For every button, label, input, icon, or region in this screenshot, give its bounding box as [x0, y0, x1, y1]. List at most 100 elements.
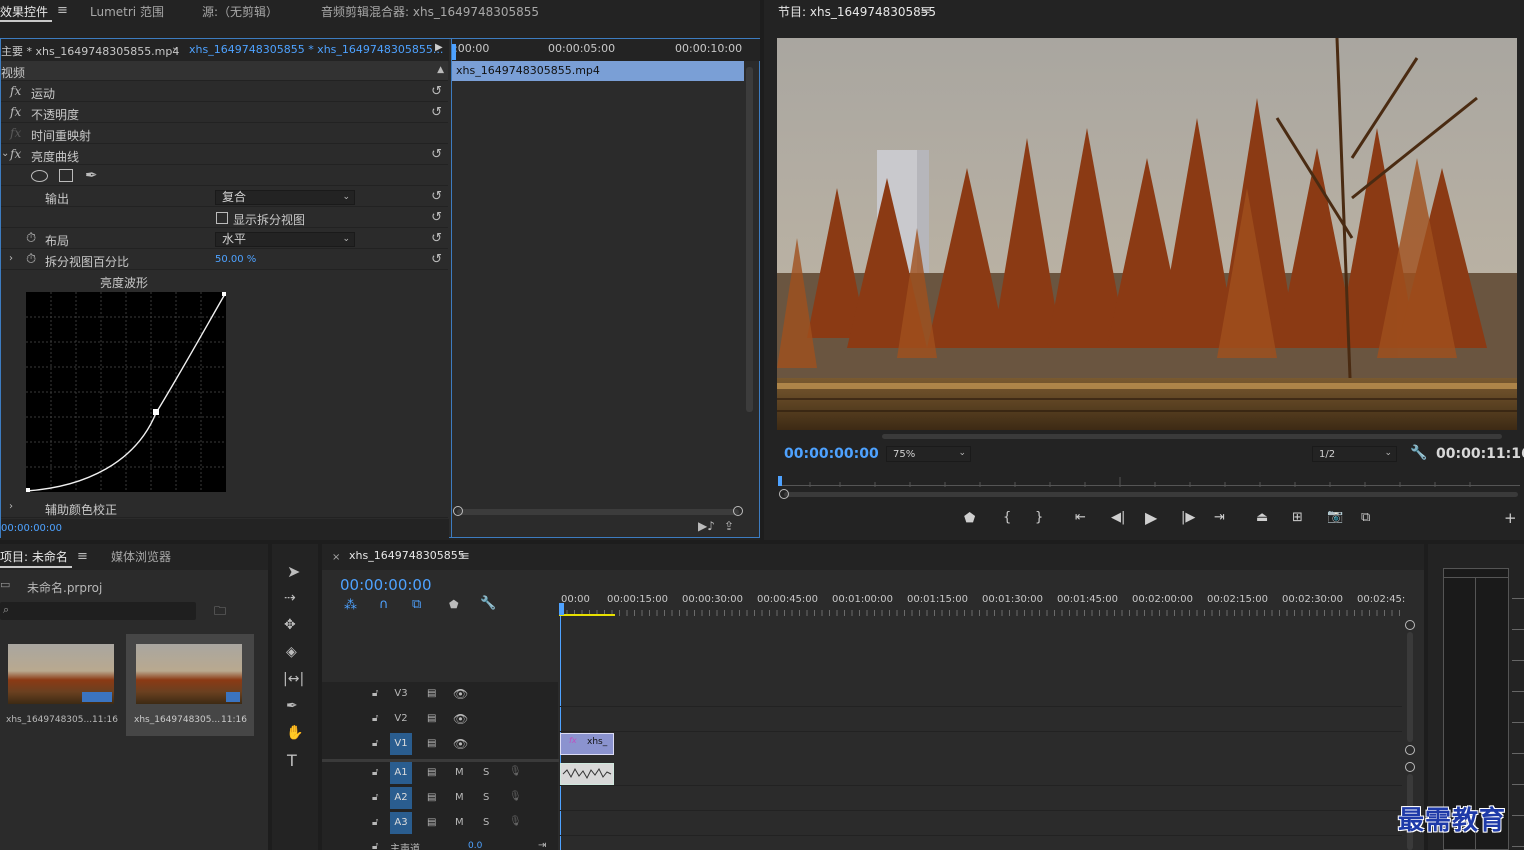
extract-icon[interactable]: ⊞	[1292, 510, 1303, 525]
reset-icon[interactable]: ↺	[431, 189, 442, 204]
effect-row-motion[interactable]: fx 运动 ↺	[1, 82, 448, 102]
sync-lock-icon[interactable]: ▤	[427, 688, 436, 699]
audio-clip[interactable]	[560, 763, 614, 785]
scroll-handle-icon[interactable]	[1405, 620, 1415, 630]
razor-tool-icon[interactable]: ◈	[286, 644, 297, 660]
fx-icon[interactable]: fx	[10, 84, 21, 98]
track-name-a1[interactable]: A1	[390, 762, 412, 784]
clip-thumbnail[interactable]	[136, 644, 242, 704]
lock-icon[interactable]: 🔓︎	[372, 713, 378, 724]
ec-clip-bar[interactable]: xhs_1649748305855.mp4	[452, 61, 744, 81]
solo-button[interactable]: S	[483, 767, 489, 778]
sync-lock-icon[interactable]: ▤	[427, 767, 436, 778]
track-name-v3[interactable]: V3	[390, 683, 412, 705]
linked-selection-icon[interactable]: ⧉	[412, 597, 421, 612]
project-item[interactable]: xhs_1649748305... 11:16	[0, 634, 124, 734]
export-frame-icon[interactable]: ⇪	[724, 519, 734, 533]
tab-source[interactable]: 源:（无剪辑）	[202, 3, 278, 20]
sync-lock-icon[interactable]: ▤	[427, 713, 436, 724]
tab-effect-controls[interactable]: 效果控件	[0, 3, 48, 20]
tab-media-browser[interactable]: 媒体浏览器	[111, 548, 171, 565]
zoom-handle-icon[interactable]	[733, 506, 743, 516]
mute-button[interactable]: M	[455, 792, 464, 803]
lock-icon[interactable]: 🔓︎	[372, 841, 378, 850]
search-input[interactable]: ⌕	[0, 602, 196, 620]
add-marker-icon[interactable]: ⬟	[964, 511, 975, 526]
timeline-ruler[interactable]: 00:00 00:00:15:00 00:00:30:00 00:00:45:0…	[559, 590, 1405, 616]
mark-out-icon[interactable]: }	[1035, 510, 1043, 525]
go-to-out-icon[interactable]: ⇥	[1214, 510, 1225, 525]
type-tool-icon[interactable]: T	[287, 751, 297, 770]
reset-icon[interactable]: ↺	[431, 105, 442, 120]
track-name-a3[interactable]: A3	[390, 812, 412, 834]
sync-lock-icon[interactable]: ▤	[427, 738, 436, 749]
wrench-icon[interactable]: 🔧	[480, 596, 496, 611]
compare-view-icon[interactable]: ⧉	[1361, 510, 1370, 525]
mute-button[interactable]: M	[455, 767, 464, 778]
ripple-edit-tool-icon[interactable]: ✥	[284, 617, 296, 633]
master-clip-label[interactable]: 主要 * xhs_1649748305855.mp4	[1, 43, 179, 59]
pen-tool-icon[interactable]: ✒	[286, 698, 298, 714]
play-only-icon[interactable]: ▶	[435, 42, 443, 53]
fx-icon[interactable]: fx	[10, 105, 21, 119]
layout-dropdown[interactable]: 水平 ⌄	[215, 232, 355, 247]
reset-icon[interactable]: ↺	[431, 252, 442, 267]
microphone-icon[interactable]: 🎙	[509, 766, 522, 777]
audio-export-icon[interactable]: ▶♪	[698, 519, 715, 533]
tab-audio-mixer[interactable]: 音频剪辑混合器: xhs_1649748305855	[321, 3, 539, 20]
track-name-v2[interactable]: V2	[390, 708, 412, 730]
master-track-value[interactable]: 0.0	[468, 841, 482, 850]
close-icon[interactable]: ×	[332, 552, 340, 563]
pen-mask-icon[interactable]: ✒	[85, 166, 98, 184]
playhead-timecode[interactable]: 00:00:00:00	[784, 446, 879, 462]
ec-timecode[interactable]: 00:00:00:00	[1, 523, 62, 534]
video-frame[interactable]	[777, 38, 1517, 430]
program-monitor-title[interactable]: 节目: xhs_1649748305855	[778, 3, 936, 20]
effect-row-time-remap[interactable]: fx 时间重映射	[1, 124, 448, 144]
zoom-dropdown[interactable]: 75% ⌄	[886, 446, 971, 462]
reset-icon[interactable]: ↺	[431, 84, 442, 99]
panel-menu-icon[interactable]: ≡	[459, 549, 470, 564]
lock-icon[interactable]: 🔓︎	[372, 792, 378, 803]
clip-thumbnail[interactable]	[8, 644, 114, 704]
secondary-color-row[interactable]: › 辅助颜色校正	[1, 498, 448, 518]
effect-row-luma-curve[interactable]: ⌄ fx 亮度曲线 ↺	[1, 145, 448, 165]
reset-icon[interactable]: ↺	[431, 147, 442, 162]
mark-in-icon[interactable]: {	[1003, 510, 1011, 525]
solo-button[interactable]: S	[483, 817, 489, 828]
monitor-ruler[interactable]	[780, 476, 1520, 487]
ec-zoom-bar[interactable]	[457, 509, 739, 515]
section-video-row[interactable]: 视频 ▲	[1, 61, 448, 81]
sync-lock-icon[interactable]: ▤	[427, 817, 436, 828]
timeline-playhead[interactable]	[559, 603, 564, 615]
panel-menu-icon[interactable]: ≡	[57, 3, 68, 18]
timeline-track-area[interactable]: 00:00 00:00:15:00 00:00:30:00 00:00:45:0…	[559, 570, 1415, 850]
microphone-icon[interactable]: 🎙	[509, 791, 522, 802]
eye-icon[interactable]: 👁	[453, 737, 468, 751]
slip-tool-icon[interactable]: |↔|	[283, 671, 304, 687]
timeline-timecode[interactable]: 00:00:00:00	[340, 576, 432, 594]
split-percent-value[interactable]: 50.00 %	[215, 254, 256, 265]
lock-icon[interactable]: 🔓︎	[372, 738, 378, 749]
ec-scrollbar[interactable]	[746, 67, 753, 412]
scroll-handle-icon[interactable]	[1405, 745, 1415, 755]
reset-icon[interactable]: ↺	[431, 210, 442, 225]
panel-menu-icon[interactable]: ≡	[77, 549, 88, 564]
go-to-end-icon[interactable]: ⇥	[538, 840, 546, 850]
project-item-selected[interactable]: xhs_1649748305... 11:16	[126, 634, 254, 736]
wrench-icon[interactable]: 🔧	[1410, 445, 1427, 461]
solo-button[interactable]: S	[483, 792, 489, 803]
luma-curve-graph[interactable]	[25, 292, 226, 492]
ellipse-mask-icon[interactable]	[31, 170, 48, 182]
selection-tool-icon[interactable]: ➤	[287, 562, 300, 581]
expand-chevron-icon[interactable]: ⌄	[1, 148, 9, 159]
monitor-zoom-bar[interactable]	[784, 492, 1518, 497]
step-back-icon[interactable]: ◀|	[1111, 510, 1125, 525]
lock-icon[interactable]: 🔓︎	[372, 767, 378, 778]
mute-button[interactable]: M	[455, 817, 464, 828]
work-area-bar[interactable]	[559, 614, 615, 616]
resolution-dropdown[interactable]: 1/2 ⌄	[1312, 446, 1397, 462]
rectangle-mask-icon[interactable]	[59, 169, 73, 182]
show-split-checkbox[interactable]	[216, 212, 228, 224]
insert-nest-icon[interactable]: ⁂	[344, 598, 357, 613]
